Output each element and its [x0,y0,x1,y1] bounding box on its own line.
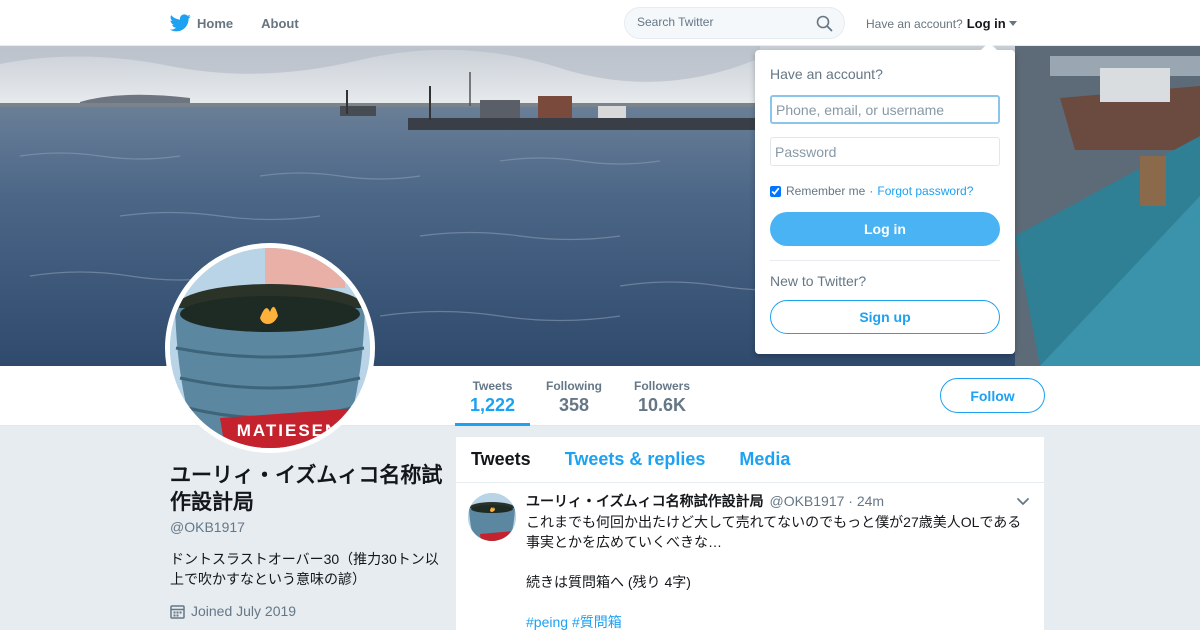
profile-name[interactable]: ユーリィ・イズムィコ名称試作設計局 [170,462,445,516]
hashtag-peing[interactable]: #peing [526,614,568,630]
account-prompt: Have an account? Log in [866,16,1017,31]
remember-me-label[interactable]: Remember me [786,184,865,198]
stat-tweets-value: 1,222 [469,395,516,415]
new-to-twitter-text: New to Twitter? [770,273,867,289]
search-box [624,7,845,39]
tweet-paragraph-1: これまでも何回か出たけど大して売れてないのでもっと僕が27歳美人OLである事実と… [526,514,1022,550]
timeline-tabs: Tweets Tweets & replies Media [456,437,1044,483]
stat-following-value: 358 [558,395,590,415]
profile-bio: ドントスラストオーバー30（推力30トン以上で吹かすなという意味の諺） [170,551,439,587]
chevron-down-icon[interactable] [1016,497,1030,507]
login-button[interactable]: Log in [770,212,1000,246]
stat-following-label: Following [546,379,602,393]
nav-home-label: Home [197,15,234,31]
tweet-author-name[interactable]: ユーリィ・イズムィコ名称試作設計局 [526,493,764,509]
login-dropdown: Have an account? Remember me · Forgot pa… [755,42,1015,354]
dropdown-divider [770,260,1000,261]
profile-joined-text: Joined July 2019 [191,603,297,619]
tweet-header: ユーリィ・イズムィコ名称試作設計局 @OKB1917 · 24m [526,492,1029,510]
stat-following[interactable]: Following 358 [540,366,608,426]
stat-followers-label: Followers [633,379,690,393]
password-input[interactable] [770,137,1000,166]
stat-tweets[interactable]: Tweets 1,222 [455,366,530,426]
calendar-icon [170,604,185,619]
forgot-password-link[interactable]: Forgot password? [877,184,973,198]
avatar-barrel-text: MATIESEN [237,421,340,440]
tweet-paragraph-2: 続きは質問箱へ (残り 4字) [526,574,691,590]
search-input[interactable] [637,15,817,29]
stat-followers[interactable]: Followers 10.6K [628,366,696,426]
tweet-hashtags: #peing #質問箱 [526,612,1031,630]
tab-tweets-and-replies[interactable]: Tweets & replies [565,449,706,470]
timeline: Tweets Tweets & replies Media ユーリィ・イズムィコ… [456,437,1044,630]
tweet-avatar[interactable] [468,493,516,541]
dropdown-arrow [981,42,997,50]
tab-tweets[interactable]: Tweets [471,449,531,470]
nav-home-link[interactable]: Home [170,14,233,32]
profile-handle[interactable]: @OKB1917 [170,519,245,535]
login-dropdown-title: Have an account? [770,66,883,82]
remember-row: Remember me · Forgot password? [770,184,973,198]
remember-separator: · [869,184,874,198]
caret-down-icon [1008,21,1017,26]
follow-button[interactable]: Follow [940,378,1045,413]
account-prompt-text: Have an account? [866,16,963,31]
stat-followers-value: 10.6K [637,395,687,415]
profile-joined: Joined July 2019 [170,603,296,619]
signup-button[interactable]: Sign up [770,300,1000,334]
tab-media[interactable]: Media [739,449,790,470]
tweet-text: これまでも何回か出たけど大して売れてないのでもっと僕が27歳美人OLである事実と… [526,512,1031,630]
nav-left: Home About [170,0,327,46]
profile-avatar[interactable]: MATIESEN [165,243,375,453]
twitter-bird-icon [170,14,191,32]
search-icon[interactable] [816,15,833,32]
hashtag-question-box[interactable]: #質問箱 [572,614,622,630]
tweet-meta[interactable]: @OKB1917 · 24m [769,493,884,509]
stat-tweets-label: Tweets [472,379,513,393]
username-input[interactable] [770,95,1000,124]
tweet[interactable]: ユーリィ・イズムィコ名称試作設計局 @OKB1917 · 24m これまでも何回… [456,483,1044,630]
remember-me-checkbox[interactable] [770,185,781,197]
login-link-label: Log in [966,16,1006,31]
login-dropdown-toggle[interactable]: Log in [967,16,1017,31]
nav-about-label: About [261,15,299,31]
top-navigation-bar: Home About Have an account? Log in [0,0,1200,46]
nav-about-link[interactable]: About [261,16,299,31]
